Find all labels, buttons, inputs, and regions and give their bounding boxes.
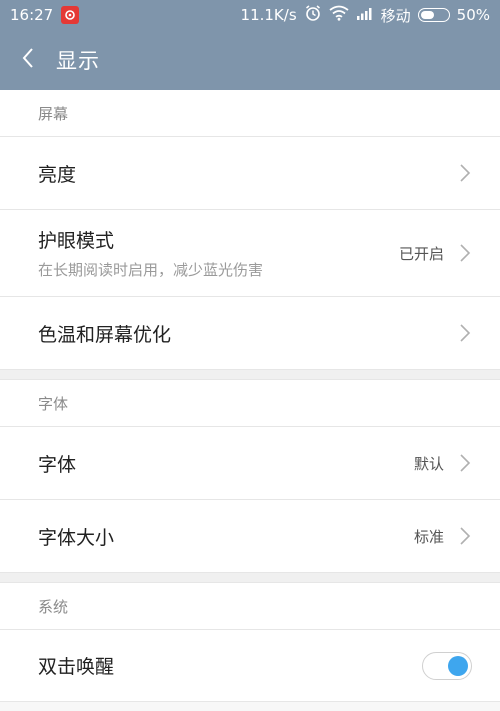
eye-protection-item[interactable]: 护眼模式 在长期阅读时启用，减少蓝光伤害 已开启	[0, 209, 500, 296]
page-title: 显示	[56, 49, 100, 73]
chevron-right-icon	[460, 244, 471, 262]
alarm-icon	[304, 4, 322, 26]
font-size-item[interactable]: 字体大小 标准	[0, 499, 500, 572]
section-header-system: 系统	[0, 583, 500, 629]
brightness-item[interactable]: 亮度	[0, 136, 500, 209]
brightness-label: 亮度	[38, 163, 77, 186]
double-tap-wake-item[interactable]: 双击唤醒	[0, 629, 500, 702]
chevron-right-icon	[460, 324, 471, 342]
double-tap-wake-label: 双击唤醒	[38, 656, 115, 678]
section-screen: 屏幕 亮度 护眼模式 在长期阅读时启用，减少蓝光伤害 已开启 色温和屏幕优化	[0, 90, 500, 369]
section-divider	[0, 369, 500, 380]
double-tap-wake-toggle[interactable]	[422, 651, 472, 680]
section-header-screen: 屏幕	[0, 90, 500, 136]
wifi-icon	[329, 5, 349, 25]
chevron-right-icon	[460, 164, 471, 182]
battery-icon	[417, 8, 450, 22]
network-speed: 11.1K/s	[240, 6, 297, 24]
netease-music-notification-icon	[61, 6, 80, 24]
font-value: 默认	[413, 454, 444, 473]
color-temperature-item[interactable]: 色温和屏幕优化	[0, 296, 500, 369]
chevron-right-icon	[460, 527, 471, 545]
section-divider	[0, 572, 500, 583]
font-size-label: 字体大小	[38, 526, 115, 549]
section-system: 系统 双击唤醒	[0, 583, 500, 702]
chevron-left-icon	[21, 47, 35, 73]
color-temperature-label: 色温和屏幕优化	[38, 323, 172, 346]
signal-icon	[356, 6, 374, 24]
section-header-font: 字体	[0, 380, 500, 426]
eye-protection-status: 已开启	[398, 244, 444, 263]
back-button[interactable]	[0, 30, 56, 90]
battery-percent: 50%	[456, 6, 490, 24]
settings-list[interactable]: 屏幕 亮度 护眼模式 在长期阅读时启用，减少蓝光伤害 已开启 色温和屏幕优化 字…	[0, 90, 500, 711]
font-size-value: 标准	[413, 527, 444, 546]
toggle-knob	[448, 655, 468, 676]
battery-fill	[420, 11, 434, 19]
status-bar: 16:27 11.1K/s 移动 50%	[0, 0, 500, 30]
eye-protection-label: 护眼模式	[38, 230, 115, 252]
chevron-right-icon	[460, 454, 471, 472]
section-font: 字体 字体 默认 字体大小 标准	[0, 380, 500, 572]
carrier-label: 移动	[380, 6, 411, 25]
eye-protection-description: 在长期阅读时启用，减少蓝光伤害	[38, 261, 264, 279]
title-bar: 显示	[0, 30, 500, 90]
font-label: 字体	[38, 453, 77, 476]
font-item[interactable]: 字体 默认	[0, 426, 500, 499]
status-time: 16:27	[10, 6, 54, 24]
